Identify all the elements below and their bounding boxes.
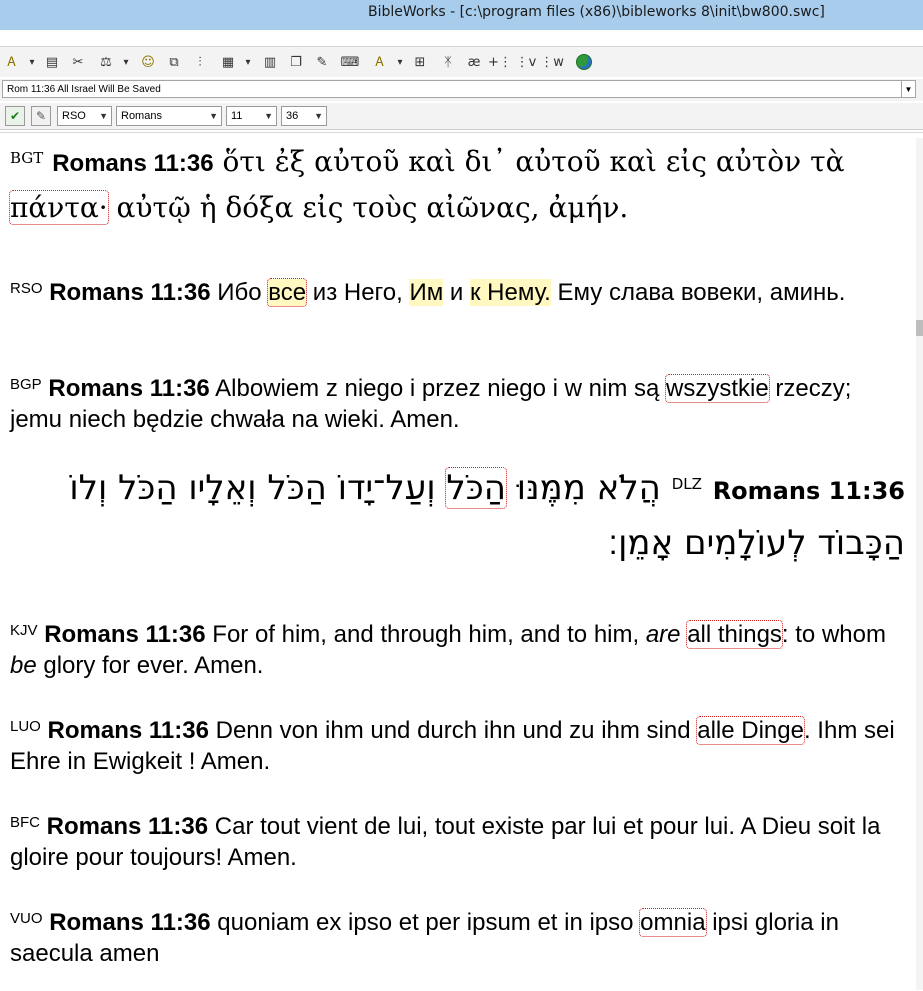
highlighted-word: Им [409, 279, 444, 306]
lexicon-icon[interactable]: ӕ [464, 53, 484, 71]
verse-text: Albowiem z niego i przez niego i w nim s… [209, 375, 666, 402]
reference-input[interactable]: Rom 11:36 All Israel Will Be Saved [2, 80, 902, 98]
verse-reference: Romans 11:36 [46, 813, 209, 840]
verse-reference: Romans 11:36 [44, 621, 206, 648]
text-v-icon[interactable]: ⋮v [516, 53, 537, 71]
verse-bfc[interactable]: BFC Romans 11:36 Car tout vient de lui, … [10, 811, 905, 873]
verse-kjv[interactable]: KJV Romans 11:36 For of him, and through… [10, 619, 905, 681]
globe-icon[interactable] [574, 53, 594, 71]
version-label: BGT [10, 149, 44, 167]
reference-bar: Rom 11:36 All Israel Will Be Saved ▼ [0, 79, 923, 101]
chapter-select-value: 11 [231, 110, 243, 122]
verse-reference: Romans 11:36 [49, 909, 211, 936]
verse-luo[interactable]: LUO Romans 11:36 Denn von ihm und durch … [10, 715, 905, 777]
verse-reference: Romans 11:36 [49, 279, 211, 306]
main-toolbar: Ꭺ ▾ ▤ ✂ ⚖ ▾ ☺ ⧉ ⫶ ▦ ▾ ▥ ❐ ✎ ⌨ Ꭺ ▾ ⊞ ᛡ ӕ … [0, 46, 923, 77]
verse-text: Ибо [210, 279, 269, 306]
dropdown-icon[interactable]: ▾ [116, 53, 136, 71]
chapter-select[interactable]: 11 ▼ [226, 106, 277, 126]
version-label: KJV [10, 622, 38, 639]
version-icon[interactable]: ⚖ [96, 53, 116, 71]
verse-text: For of him, and through him, and to him, [205, 621, 646, 648]
verse-dlz[interactable]: DLZ Romans 11:36 הֲלֹא מִמֶּנּוּ הַכֹּל … [10, 462, 905, 569]
chevron-down-icon: ▼ [209, 111, 218, 121]
verse-bgt[interactable]: BGT Romans 11:36 ὅτι ἐξ αὐτοῦ καὶ δι᾽ αὐ… [9, 140, 905, 230]
version-label: BGP [10, 376, 42, 393]
italic-word: are [645, 621, 681, 648]
verse-text: Ему слава вовеки, аминь. [550, 279, 846, 306]
verse-text: из Него, [306, 279, 410, 306]
text-w-icon[interactable]: ⋮w [540, 53, 564, 71]
browse-icon[interactable]: ✎ [31, 106, 51, 126]
export-icon[interactable]: ✎ [312, 53, 332, 71]
chevron-down-icon: ▼ [314, 111, 323, 121]
verse-text: αὐτῷ ἡ δόξα εἰς τοὺς αἰῶνας, ἀμήν. [107, 191, 629, 224]
version-label: VUO [10, 910, 43, 927]
plus-icon[interactable]: +⋮ [488, 53, 512, 71]
scrollbar-thumb[interactable] [916, 320, 923, 336]
dropdown-icon[interactable]: ▾ [390, 53, 410, 71]
verse-select[interactable]: 36 ▼ [281, 106, 327, 126]
highlighted-word: все [267, 278, 308, 307]
navigation-bar: ✔ ✎ RSO ▼ Romans ▼ 11 ▼ 36 ▼ [0, 103, 923, 130]
grid-icon[interactable]: ▦ [218, 53, 238, 71]
version-select-value: RSO [62, 110, 86, 122]
verse-text: ὅτι ἐξ αὐτοῦ καὶ δι᾽ αὐτοῦ καὶ εἰς αὐτὸν… [222, 145, 845, 178]
keyboard-icon[interactable]: ⌨ [340, 53, 360, 71]
chevron-down-icon[interactable]: ▼ [902, 80, 916, 98]
copy-icon[interactable]: ❐ [286, 53, 306, 71]
parallel-icon[interactable]: ⫶ [190, 53, 210, 71]
verse-text: הֲלֹא מִמֶּנּוּ [505, 468, 661, 508]
verse-select-value: 36 [286, 110, 299, 122]
book-select-value: Romans [121, 110, 162, 122]
highlighted-word: πάντα· [9, 190, 109, 225]
tools-icon[interactable]: ✂ [68, 53, 88, 71]
highlighted-word: alle Dinge [696, 716, 805, 745]
verse-text: : to whom [781, 621, 886, 648]
check-icon[interactable]: ✔ [5, 106, 25, 126]
book-select[interactable]: Romans ▼ [116, 106, 222, 126]
arrange-icon[interactable]: ⊞ [410, 53, 430, 71]
toolbox-icon[interactable]: ▤ [42, 53, 62, 71]
verse-reference: Romans 11:36 [52, 150, 214, 177]
version-label: RSO [10, 280, 43, 297]
version-label: BFC [10, 814, 40, 831]
version-select[interactable]: RSO ▼ [57, 106, 112, 126]
highlighted-word: הַכֹּל [445, 467, 507, 509]
highlighted-word: к Нему. [469, 279, 551, 306]
note-icon[interactable]: ᛡ [438, 53, 458, 71]
verse-reference: Romans 11:36 [47, 717, 209, 744]
users-icon[interactable]: ☺ [138, 53, 158, 71]
chevron-down-icon: ▼ [264, 111, 273, 121]
verse-text: Denn von ihm und durch ihn und zu ihm si… [208, 717, 698, 744]
version-label: LUO [10, 718, 41, 735]
highlighted-word: omnia [639, 908, 707, 937]
dropdown-icon[interactable]: ▾ [22, 53, 42, 71]
verse-text: glory for ever. Amen. [36, 652, 264, 679]
title-bar: BibleWorks - [c:\program files (x86)\bib… [0, 0, 923, 30]
verse-reference: Romans 11:36 [712, 477, 905, 505]
dropdown-icon[interactable]: ▾ [238, 53, 258, 71]
verse-rso[interactable]: RSO Romans 11:36 Ибо все из Него, Им и к… [10, 277, 905, 308]
windows-icon[interactable]: ⧉ [164, 53, 184, 71]
vertical-scrollbar[interactable] [916, 138, 923, 990]
verse-bgp[interactable]: BGP Romans 11:36 Albowiem z niego i prze… [10, 373, 905, 435]
chevron-down-icon: ▼ [99, 111, 108, 121]
verse-text: и [443, 279, 470, 306]
verse-text: quoniam ex ipso et per ipsum et in ipso [210, 909, 641, 936]
options-icon[interactable]: Ꭺ [370, 53, 390, 71]
search-options-icon[interactable]: Ꭺ [2, 53, 22, 71]
highlighted-word: all things [686, 620, 783, 649]
highlighted-word: wszystkie [665, 374, 770, 403]
verse-reference: Romans 11:36 [48, 375, 210, 402]
list-icon[interactable]: ▥ [260, 53, 280, 71]
verse-vuo[interactable]: VUO Romans 11:36 quoniam ex ipso et per … [10, 907, 905, 969]
italic-word: be [10, 652, 37, 679]
version-label: DLZ [671, 475, 702, 493]
window-title: BibleWorks - [c:\program files (x86)\bib… [368, 4, 825, 20]
